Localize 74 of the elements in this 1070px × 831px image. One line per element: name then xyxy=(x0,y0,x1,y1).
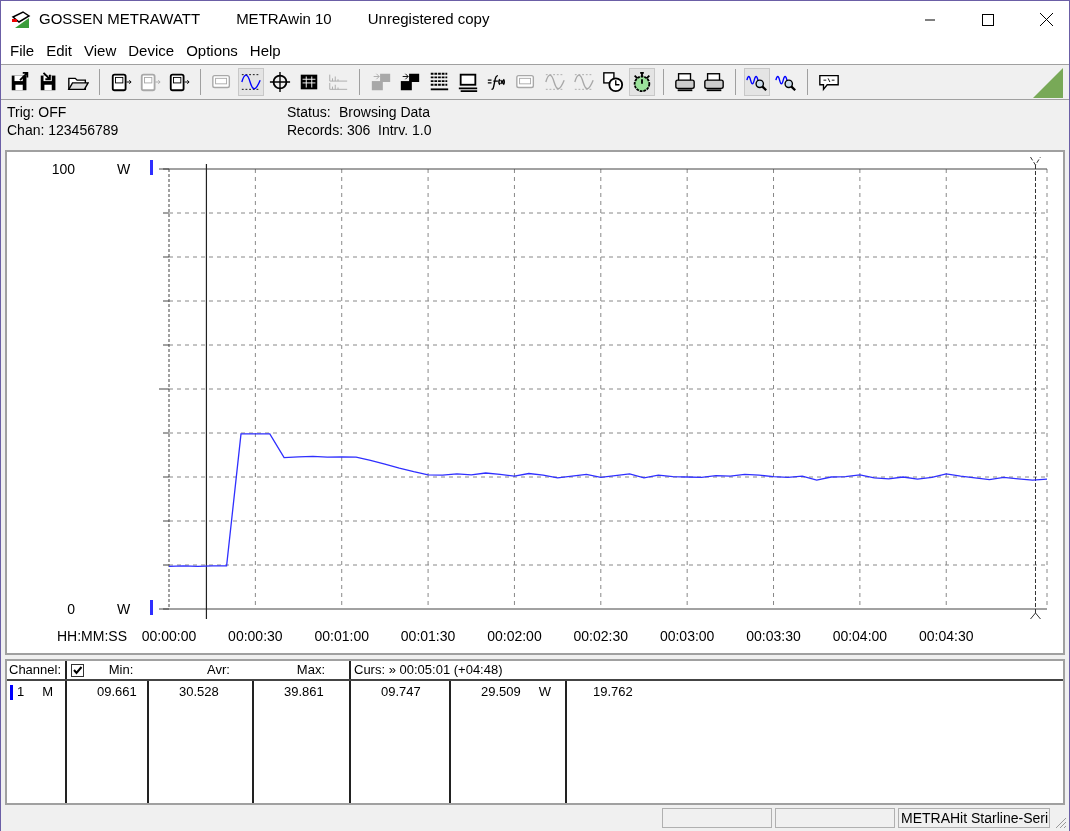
app-logo-icon xyxy=(11,10,31,29)
select-all-checkbox[interactable] xyxy=(71,663,84,677)
toolbar-button[interactable] xyxy=(629,68,655,96)
maximize-icon xyxy=(982,13,994,26)
menu-item[interactable]: Options xyxy=(181,40,243,62)
max-value: 39.861 xyxy=(284,683,324,702)
menu-item[interactable]: Edit xyxy=(41,40,78,62)
wave-icon xyxy=(544,71,566,93)
list-icon xyxy=(428,71,450,93)
clock-icon xyxy=(602,71,624,93)
corner-triangle-icon xyxy=(1033,68,1063,98)
cursor-readout: Curs: » 00:05:01 (+04:48) xyxy=(353,661,504,679)
device-name: METRAHit Starline-Seri xyxy=(898,808,1050,828)
resize-grip-icon xyxy=(1053,815,1067,829)
x-tick-label: 00:01:00 xyxy=(314,628,369,644)
column-header: Channel: xyxy=(7,661,67,679)
cursor-line[interactable] xyxy=(205,163,207,620)
cursor-line[interactable] xyxy=(1030,156,1041,620)
channel-marker xyxy=(150,160,153,175)
average-value: 30.528 xyxy=(179,683,219,702)
menu-item[interactable]: File xyxy=(5,40,40,62)
records-count: Records: 306 xyxy=(287,121,371,140)
stopwatch-icon xyxy=(631,71,653,93)
channel-marker xyxy=(150,600,153,615)
x-tick-label: 00:02:30 xyxy=(573,628,629,644)
meter-icon xyxy=(110,71,132,93)
meter-icon xyxy=(168,71,190,93)
channel-mode: M xyxy=(42,683,54,702)
x-tick-label: 00:04:30 xyxy=(919,628,974,644)
channel-number: 1 xyxy=(17,683,25,702)
column-header: Max: xyxy=(254,661,351,679)
x-tick-label: 00:03:00 xyxy=(659,628,715,644)
cursor-value: 09.747 xyxy=(381,683,421,702)
x-tick-label: 00:01:30 xyxy=(400,628,456,644)
x-tick-label: 00:02:00 xyxy=(487,628,542,644)
unit-label: W xyxy=(538,683,552,702)
printer-icon xyxy=(703,71,725,93)
window-title: METRAwin 10 xyxy=(236,9,332,30)
toolbar-button[interactable] xyxy=(238,68,264,96)
unit-label: W xyxy=(117,601,131,617)
toolbar-button[interactable] xyxy=(744,68,770,96)
close-icon xyxy=(1039,13,1053,26)
trigger-status: Trig: OFF xyxy=(7,103,67,122)
save-icon xyxy=(9,71,31,93)
x-tick-label: 00:00:00 xyxy=(141,628,197,644)
meter-icon xyxy=(139,71,161,93)
x-tick-label: 00:00:30 xyxy=(228,628,283,644)
min-value: 09.661 xyxy=(97,683,137,702)
column-header: Avr: xyxy=(206,661,231,679)
crosshair-icon xyxy=(269,71,291,93)
window-title: Unregistered copy xyxy=(367,9,490,30)
interval-value: Intrv. 1.0 xyxy=(378,121,432,140)
column-header: Min: xyxy=(107,661,135,679)
difference-value: 19.762 xyxy=(593,683,633,702)
transfer-icon xyxy=(399,71,421,93)
y-tick-label: 0 xyxy=(67,601,75,617)
menu-item[interactable]: Help xyxy=(244,40,286,62)
menu-item[interactable]: View xyxy=(79,40,122,62)
status-label: Status: xyxy=(287,103,331,122)
monitor-icon xyxy=(457,71,479,93)
menu-item[interactable]: Device xyxy=(123,40,180,62)
transfer-icon xyxy=(370,71,392,93)
x-tick-label: 00:04:00 xyxy=(832,628,888,644)
y-tick-label: 100 xyxy=(51,161,75,177)
channel-list: Chan: 123456789 xyxy=(7,120,119,141)
x-axis-label: HH:MM:SS xyxy=(57,628,127,644)
x-tick-label: 00:03:30 xyxy=(746,628,801,644)
unit-label: W xyxy=(117,161,131,177)
printer-icon xyxy=(674,71,696,93)
wave-icon xyxy=(240,71,262,93)
status-value: Browsing Data xyxy=(339,103,431,122)
wave-icon xyxy=(573,71,595,93)
window-title: GOSSEN METRAWATT xyxy=(39,9,201,30)
cursor-value: 29.509 xyxy=(481,683,521,702)
